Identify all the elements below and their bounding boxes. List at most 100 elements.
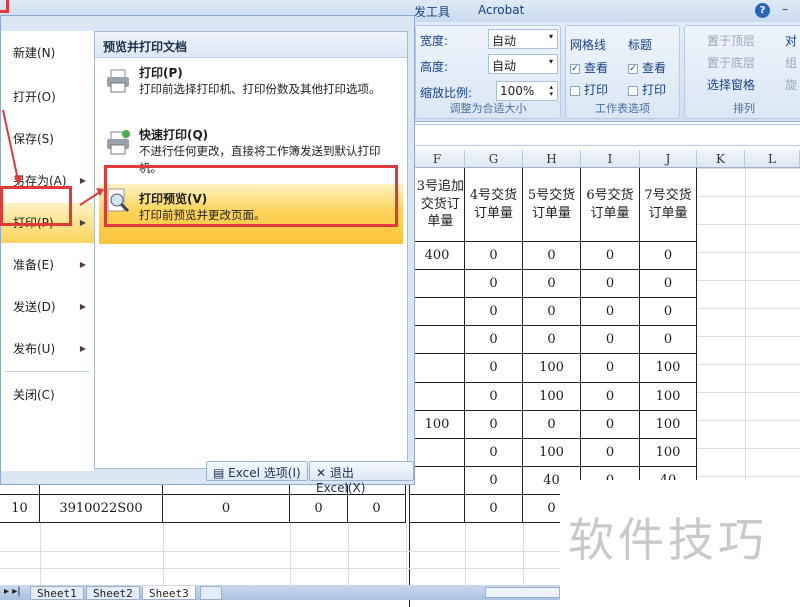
header-cell[interactable]: 5号交货 订单量 (523, 168, 581, 242)
table-cell[interactable]: 0 (465, 298, 523, 326)
gridline (697, 336, 800, 337)
table-cell[interactable]: 0 (640, 298, 697, 326)
table-cell[interactable]: 100 (640, 383, 697, 411)
gridline (697, 392, 800, 393)
sheet-tab-bar: ▸ ▸| Sheet1 Sheet2 Sheet3 (0, 585, 560, 600)
table-cell[interactable] (410, 326, 465, 354)
header-cell[interactable]: 4号交货 订单量 (465, 168, 523, 242)
column-header-L[interactable]: L (745, 150, 800, 168)
table-cell[interactable]: 0 (465, 495, 523, 523)
sheet-tab-1[interactable]: Sheet1 (30, 586, 84, 600)
table-cell[interactable] (410, 354, 465, 383)
exit-excel-button[interactable]: ✕ 退出 Excel(X) (309, 461, 414, 495)
table-cell[interactable]: 0 (581, 242, 640, 270)
table-cell[interactable] (410, 439, 465, 467)
table-cell[interactable]: 0 (523, 270, 581, 298)
submenu-arrow-icon: ▶ (79, 344, 86, 353)
gridline (697, 252, 800, 253)
header-cell[interactable]: 6号交货 订单量 (581, 168, 640, 242)
insert-sheet-icon[interactable] (200, 586, 222, 600)
gridline (697, 196, 800, 197)
table-cell[interactable]: 0 (523, 298, 581, 326)
watermark: 软件技巧 (568, 513, 768, 567)
table-cell[interactable]: 3910022S00 (40, 495, 163, 523)
table-cell[interactable]: 0 (581, 326, 640, 354)
table-cell[interactable]: 0 (465, 411, 523, 439)
table-cell[interactable]: 0 (465, 354, 523, 383)
column-header-F[interactable]: F (410, 150, 465, 168)
table-cell[interactable]: 0 (465, 326, 523, 354)
options-icon: ▤ (213, 466, 229, 480)
table-cell[interactable] (410, 467, 465, 495)
sheet-nav-last-icon[interactable]: ▸ ▸| (4, 586, 21, 597)
table-cell[interactable]: 100 (410, 411, 465, 439)
menu-item-label: 发送(D) (13, 300, 56, 314)
print-item[interactable]: 打印(P) 打印前选择打印机、打印份数及其他打印选项。 (99, 64, 403, 98)
table-cell[interactable]: 0 (465, 467, 523, 495)
table-cell[interactable]: 100 (640, 411, 697, 439)
table-cell[interactable]: 0 (640, 270, 697, 298)
gridline (697, 476, 800, 477)
gridline (163, 523, 164, 585)
watermark-area: 软件技巧 (560, 480, 800, 600)
sheet-tab-3[interactable]: Sheet3 (142, 586, 196, 600)
table-cell[interactable]: 0 (465, 383, 523, 411)
print-submenu: 预览并打印文档 打印(P) 打印前选择打印机、打印份数及其他打印选项。 快速打印… (94, 31, 408, 469)
header-cell[interactable]: 3号追加 交货订 单量 (410, 168, 465, 242)
table-cell[interactable]: 0 (348, 495, 406, 523)
table-cell[interactable]: 0 (523, 326, 581, 354)
table-cell[interactable]: 0 (581, 270, 640, 298)
gridline (40, 523, 41, 585)
menu-item[interactable]: 发送(D) ▶ (1, 287, 94, 327)
gridline (697, 448, 800, 449)
table-cell[interactable]: 10 (0, 495, 40, 523)
column-header-J[interactable]: J (640, 150, 697, 168)
close-icon: ✕ (316, 466, 330, 480)
gridline (348, 523, 349, 585)
menu-item[interactable]: 关闭(C) (1, 375, 94, 415)
table-cell[interactable]: 100 (523, 439, 581, 467)
header-cell[interactable]: 7号交货 订单量 (640, 168, 697, 242)
annotation-arrows (2, 109, 104, 206)
submenu-arrow-icon: ▶ (79, 260, 86, 269)
sheet-tab-2[interactable]: Sheet2 (86, 586, 140, 600)
table-cell[interactable]: 0 (640, 326, 697, 354)
table-cell[interactable]: 400 (410, 242, 465, 270)
table-cell[interactable]: 0 (581, 383, 640, 411)
horizontal-scrollbar[interactable] (485, 587, 560, 598)
column-header-H[interactable]: H (523, 150, 581, 168)
table-cell[interactable]: 0 (465, 270, 523, 298)
table-cell[interactable] (410, 495, 465, 523)
table-cell[interactable]: 0 (523, 242, 581, 270)
table-cell[interactable]: 0 (581, 411, 640, 439)
table-cell[interactable]: 0 (163, 495, 290, 523)
table-cell (406, 495, 410, 523)
table-cell[interactable] (410, 383, 465, 411)
table-cell[interactable]: 100 (640, 439, 697, 467)
menu-item-label: 准备(E) (13, 258, 54, 272)
gridline (697, 280, 800, 281)
menu-item[interactable]: 准备(E) ▶ (1, 245, 94, 285)
menu-item-label: 关闭(C) (13, 388, 55, 402)
table-cell[interactable]: 0 (581, 354, 640, 383)
table-cell[interactable] (410, 298, 465, 326)
table-cell[interactable]: 100 (523, 383, 581, 411)
item-title: 快速打印(Q) (139, 128, 209, 142)
annotation-box-print-preview (104, 165, 398, 227)
gridline (697, 364, 800, 365)
table-cell[interactable]: 0 (523, 411, 581, 439)
table-cell[interactable]: 100 (523, 354, 581, 383)
excel-options-button[interactable]: ▤ Excel 选项(I) (206, 461, 308, 481)
table-cell[interactable]: 0 (290, 495, 348, 523)
table-cell[interactable] (410, 270, 465, 298)
table-cell[interactable]: 0 (465, 439, 523, 467)
column-header-I[interactable]: I (581, 150, 640, 168)
menu-item[interactable]: 发布(U) ▶ (1, 329, 94, 369)
table-cell[interactable]: 100 (640, 354, 697, 383)
column-header-K[interactable]: K (697, 150, 745, 168)
table-cell[interactable]: 0 (581, 439, 640, 467)
table-cell[interactable]: 0 (581, 298, 640, 326)
column-header-G[interactable]: G (465, 150, 523, 168)
table-cell[interactable]: 0 (640, 242, 697, 270)
table-cell[interactable]: 0 (465, 242, 523, 270)
